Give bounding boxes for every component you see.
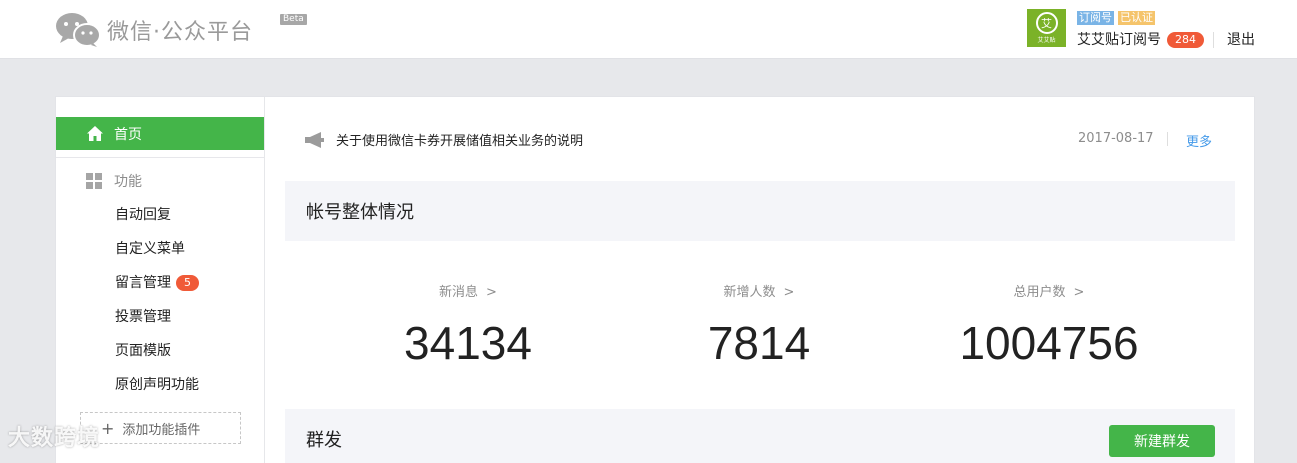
sidebar-item-home[interactable]: 首页 — [56, 117, 264, 150]
subscription-tag: 订阅号 — [1077, 11, 1114, 25]
beta-badge: Beta — [280, 14, 307, 25]
notice-bar[interactable]: 关于使用微信卡券开展储值相关业务的说明 — [305, 130, 583, 149]
mass-send-title: 群发 — [306, 430, 342, 451]
sidebar-item-votes[interactable]: 投票管理 — [115, 307, 171, 327]
overview-title: 帐号整体情况 — [306, 202, 414, 223]
new-mass-send-button[interactable]: 新建群发 — [1109, 425, 1215, 457]
wechat-logo-icon — [56, 13, 101, 47]
main-panel: 首页 功能 自动回复 自定义菜单 留言管理 5 投票管理 页面模版 原创声明功能… — [55, 96, 1255, 463]
stat-label: 新增人数 — [723, 285, 776, 300]
sidebar-group-functions: 功能 — [86, 171, 142, 191]
stat-label: 新消息 — [439, 285, 479, 300]
grid-icon — [86, 173, 102, 189]
logout-link[interactable]: 退出 — [1227, 30, 1255, 50]
sidebar-item-label: 首页 — [114, 126, 142, 143]
mass-send-header: 群发 — [285, 409, 1235, 463]
chevron-right-icon: > — [783, 285, 795, 300]
stat-value: 7814 — [707, 317, 811, 369]
stat-value: 1004756 — [959, 317, 1139, 369]
sidebar: 首页 功能 自动回复 自定义菜单 留言管理 5 投票管理 页面模版 原创声明功能… — [56, 97, 265, 463]
plus-icon: + — [101, 418, 115, 438]
sidebar-item-custom-menu[interactable]: 自定义菜单 — [115, 239, 185, 259]
stat-new-messages[interactable]: 新消息 > 34134 — [318, 283, 618, 369]
sidebar-divider — [56, 157, 264, 158]
sidebar-item-comments[interactable]: 留言管理 5 — [115, 273, 199, 293]
avatar-logo: 艾 — [1035, 12, 1058, 34]
header-divider — [1213, 32, 1214, 48]
top-bar: 微信·公众平台 Beta 艾 艾艾贴 订阅号 已认证 艾艾贴订阅号 284 退出 — [0, 0, 1297, 59]
message-count-badge[interactable]: 284 — [1167, 32, 1204, 48]
chevron-right-icon: > — [1073, 285, 1085, 300]
avatar-caption: 艾艾贴 — [1037, 37, 1056, 44]
comments-count-badge: 5 — [176, 275, 199, 291]
sidebar-item-label: 自动回复 — [115, 207, 171, 223]
sidebar-item-label: 留言管理 — [115, 275, 171, 291]
megaphone-icon — [305, 131, 324, 148]
sidebar-item-page-templates[interactable]: 页面模版 — [115, 341, 171, 361]
logo-text: 微信·公众平台 — [107, 20, 253, 45]
sidebar-group-label: 功能 — [114, 174, 142, 190]
watermark: 大数跨境 — [8, 426, 101, 451]
stat-value: 34134 — [404, 317, 532, 369]
stat-label: 总用户数 — [1013, 285, 1066, 300]
home-icon — [87, 126, 103, 141]
verified-tag: 已认证 — [1118, 11, 1155, 25]
wechat-logo[interactable]: 微信·公众平台 — [55, 12, 253, 48]
notice-text[interactable]: 关于使用微信卡券开展储值相关业务的说明 — [336, 130, 583, 149]
chevron-right-icon: > — [486, 285, 497, 300]
sidebar-item-label: 自定义菜单 — [115, 241, 185, 257]
sidebar-item-auto-reply[interactable]: 自动回复 — [115, 205, 171, 225]
add-plugin-button[interactable]: + 添加功能插件 — [80, 412, 241, 444]
account-name[interactable]: 艾艾贴订阅号 — [1077, 30, 1161, 50]
notice-divider — [1167, 132, 1168, 146]
stat-total-users[interactable]: 总用户数 > 1004756 — [899, 283, 1199, 369]
more-link[interactable]: 更多 — [1186, 131, 1212, 150]
sidebar-item-label: 页面模版 — [115, 343, 171, 359]
sidebar-item-original-declaration[interactable]: 原创声明功能 — [115, 375, 199, 395]
stat-new-followers[interactable]: 新增人数 > 7814 — [609, 283, 909, 369]
account-avatar[interactable]: 艾 艾艾贴 — [1027, 9, 1066, 47]
notice-date: 2017-08-17 — [1078, 131, 1154, 146]
sidebar-item-label: 投票管理 — [115, 309, 171, 325]
add-plugin-label: 添加功能插件 — [122, 422, 201, 438]
overview-header: 帐号整体情况 — [285, 181, 1235, 241]
sidebar-item-label: 原创声明功能 — [115, 377, 199, 393]
